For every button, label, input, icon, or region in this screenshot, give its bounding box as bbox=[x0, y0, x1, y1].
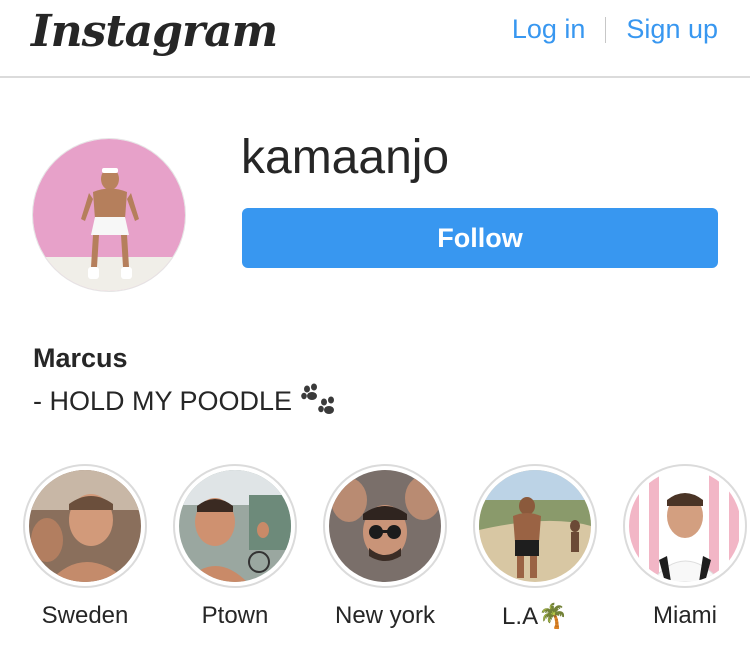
profile-username: kamaanjo bbox=[241, 131, 450, 184]
highlight-item[interactable]: Ptown bbox=[160, 464, 310, 630]
highlight-ptown-image bbox=[179, 470, 291, 582]
profile-avatar[interactable] bbox=[32, 138, 186, 292]
highlight-item[interactable]: Miami bbox=[610, 464, 750, 630]
story-highlights: Sweden Ptown New york L.A🌴 Miami bbox=[0, 464, 750, 644]
top-bar: Instagram Log in Sign up bbox=[0, 0, 750, 78]
profile-full-name: Marcus bbox=[33, 343, 128, 373]
avatar-image bbox=[33, 139, 185, 291]
instagram-logo[interactable]: Instagram bbox=[31, 6, 278, 57]
signup-link[interactable]: Sign up bbox=[626, 14, 718, 45]
highlight-item[interactable]: New york bbox=[310, 464, 460, 630]
highlight-label: Miami bbox=[653, 602, 717, 629]
highlight-la-image bbox=[479, 470, 591, 582]
auth-divider bbox=[605, 16, 607, 43]
follow-button[interactable]: Follow bbox=[242, 208, 718, 268]
highlight-cover[interactable] bbox=[623, 464, 747, 588]
highlight-label: Ptown bbox=[201, 602, 269, 629]
paw-prints-icon bbox=[301, 383, 335, 414]
highlight-cover[interactable] bbox=[323, 464, 447, 588]
highlight-miami-image bbox=[629, 470, 741, 582]
highlight-item[interactable]: Sweden bbox=[10, 464, 160, 630]
profile-bio: - HOLD MY POODLE bbox=[33, 383, 340, 419]
highlight-label: Sweden bbox=[41, 602, 129, 629]
highlight-sweden-image bbox=[29, 470, 141, 582]
highlight-new-york-image bbox=[329, 470, 441, 582]
highlight-label: L.A🌴 bbox=[502, 603, 568, 630]
highlight-item[interactable]: L.A🌴 bbox=[460, 464, 610, 631]
highlight-cover[interactable] bbox=[23, 464, 147, 588]
highlight-label: New york bbox=[334, 602, 436, 629]
highlight-cover[interactable] bbox=[473, 464, 597, 588]
highlight-cover[interactable] bbox=[173, 464, 297, 588]
auth-links: Log in Sign up bbox=[512, 14, 718, 45]
bio-text: - HOLD MY POODLE bbox=[33, 385, 293, 416]
login-link[interactable]: Log in bbox=[512, 14, 586, 45]
